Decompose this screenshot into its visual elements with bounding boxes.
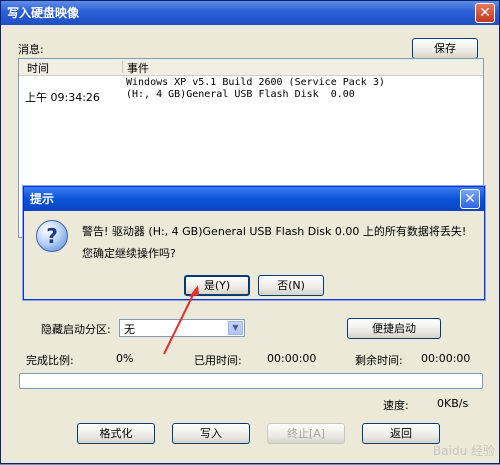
log-header: 时间 事件 — [19, 59, 483, 76]
progress-label: 完成比例: — [26, 354, 74, 367]
window-titlebar[interactable]: 写入硬盘映像 — [1, 1, 499, 25]
format-button[interactable]: 格式化 — [77, 423, 155, 444]
speed-value: 0KB/s — [437, 397, 469, 410]
yes-button[interactable]: 是(Y) — [184, 275, 250, 296]
dialog-question-text: 您确定继续操作吗? — [82, 247, 176, 260]
write-button[interactable]: 写入 — [172, 423, 250, 444]
dialog-warning-text: 警告! 驱动器 (H:, 4 GB)General USB Flash Disk… — [82, 225, 467, 238]
watermark-logo: Baidu 经验 — [433, 444, 495, 458]
save-button[interactable]: 保存 — [412, 38, 478, 59]
question-icon: ? — [36, 220, 68, 252]
log-row-event: Windows XP v5.1 Build 2600 (Service Pack… — [126, 77, 385, 88]
elapsed-value: 00:00:00 — [267, 352, 317, 365]
column-header-time[interactable]: 时间 — [27, 60, 49, 76]
dialog-titlebar[interactable]: 提示 — [24, 187, 484, 211]
messages-label: 消息: — [18, 43, 44, 56]
window-title: 写入硬盘映像 — [7, 6, 80, 20]
speed-label: 速度: — [383, 399, 409, 412]
hidden-partition-select[interactable]: 无 ▼ — [119, 319, 245, 337]
column-separator — [122, 61, 123, 73]
write-disk-image-window: 写入硬盘映像 ✕ 消息: 保存 时间 事件 Windows XP v5.1 Bu… — [0, 0, 500, 464]
dialog-title: 提示 — [30, 192, 55, 206]
remaining-value: 00:00:00 — [421, 352, 471, 365]
confirm-dialog: 提示 ✕ ? 警告! 驱动器 (H:, 4 GB)General USB Fla… — [23, 186, 485, 300]
hidden-partition-value: 无 — [124, 323, 135, 336]
stop-button[interactable]: 终止[A] — [267, 423, 345, 444]
progress-value: 0% — [116, 352, 134, 365]
log-row-time: 上午 09:34:26 — [25, 91, 100, 104]
back-button[interactable]: 返回 — [362, 423, 440, 444]
quick-boot-button[interactable]: 便捷启动 — [347, 318, 441, 339]
progress-bar — [19, 373, 483, 389]
elapsed-label: 已用时间: — [194, 354, 242, 367]
column-header-event[interactable]: 事件 — [127, 60, 149, 76]
hidden-partition-label: 隐藏启动分区: — [41, 323, 111, 336]
chevron-down-icon[interactable]: ▼ — [228, 321, 243, 335]
close-icon[interactable]: ✕ — [475, 3, 495, 23]
no-button[interactable]: 否(N) — [258, 275, 324, 296]
close-icon[interactable]: ✕ — [460, 189, 480, 209]
remaining-label: 剩余时间: — [355, 354, 403, 367]
log-row-event: (H:, 4 GB)General USB Flash Disk 0.00 — [126, 89, 355, 100]
